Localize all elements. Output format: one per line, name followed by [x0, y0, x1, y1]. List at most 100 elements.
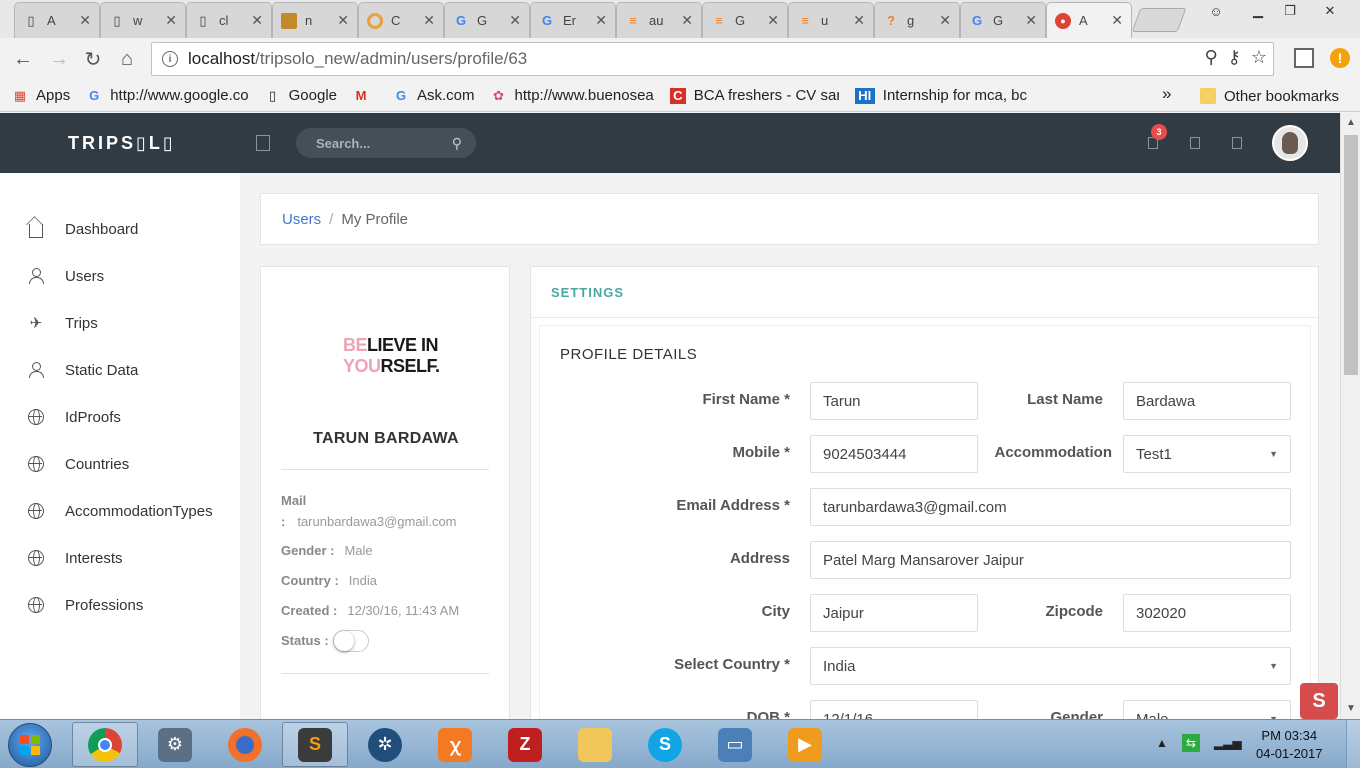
start-button[interactable]: [8, 723, 52, 767]
sidebar-item-users[interactable]: Users: [0, 256, 240, 296]
taskbar-filezilla[interactable]: Z: [492, 722, 558, 767]
bookmark-item[interactable]: HI Internship for mca, bc: [854, 87, 1027, 104]
taskbar-remote-desktop[interactable]: ▭: [702, 722, 768, 767]
bookmark-item[interactable]: M: [353, 88, 377, 104]
search-icon[interactable]: ⚲: [452, 135, 462, 152]
sidebar-item-idproofs[interactable]: IdProofs: [0, 397, 240, 437]
close-tab-icon[interactable]: ✕: [165, 12, 177, 29]
last-name-input[interactable]: [1123, 382, 1291, 420]
zoom-icon[interactable]: ⚲: [1204, 47, 1217, 68]
sync-icon[interactable]: ⇆: [1181, 734, 1200, 752]
sidebar-item-countries[interactable]: Countries: [0, 444, 240, 484]
taskbar-explorer[interactable]: [562, 722, 628, 767]
sidebar-item-trips[interactable]: ✈ Trips: [0, 303, 240, 343]
bookmark-item[interactable]: ✿ http://www.buenosea: [491, 87, 654, 104]
bookmark-item[interactable]: G Ask.com: [393, 87, 475, 104]
taskbar-xampp[interactable]: ꭓ: [422, 722, 488, 767]
bookmark-item[interactable]: ▯ Google: [265, 87, 337, 104]
restore-icon[interactable]: ❐: [1270, 0, 1310, 22]
avatar[interactable]: [1272, 125, 1308, 161]
close-tab-icon[interactable]: ✕: [1111, 12, 1123, 29]
close-tab-icon[interactable]: ✕: [337, 12, 349, 29]
close-tab-icon[interactable]: ✕: [79, 12, 91, 29]
reload-icon[interactable]: ↻: [80, 46, 106, 72]
taskbar-media-player[interactable]: ▶: [772, 722, 838, 767]
new-tab-button[interactable]: [1131, 8, 1187, 32]
close-tab-icon[interactable]: ✕: [767, 12, 779, 29]
browser-tab[interactable]: ≡ G ✕: [702, 2, 788, 38]
star-icon[interactable]: ☆: [1251, 47, 1267, 68]
browser-tab[interactable]: n ✕: [272, 2, 358, 38]
floating-action-icon[interactable]: S: [1300, 683, 1338, 719]
browser-tab[interactable]: G G ✕: [444, 2, 530, 38]
breadcrumb-users-link[interactable]: Users: [282, 211, 321, 228]
scroll-up-icon[interactable]: ▲: [1346, 117, 1356, 128]
sidebar-item-accommodation-types[interactable]: AccommodationTypes: [0, 491, 240, 531]
info-icon[interactable]: i: [162, 51, 178, 67]
taskbar-sublime-text[interactable]: S: [282, 722, 348, 767]
search-input[interactable]: [316, 135, 436, 151]
taskbar-chrome[interactable]: [72, 722, 138, 767]
menu-toggle-icon[interactable]: [256, 135, 270, 151]
browser-tab[interactable]: ▯ cl ✕: [186, 2, 272, 38]
key-icon[interactable]: ⚷: [1228, 47, 1241, 68]
browser-tab[interactable]: ? g ✕: [874, 2, 960, 38]
sidebar-item-dashboard[interactable]: Dashboard: [0, 209, 240, 249]
sidebar-item-professions[interactable]: Professions: [0, 585, 240, 625]
close-tab-icon[interactable]: ✕: [681, 12, 693, 29]
taskbar-firefox[interactable]: [212, 722, 278, 767]
taskbar-control-panel[interactable]: ⚙: [142, 722, 208, 767]
back-icon[interactable]: ←: [10, 46, 36, 72]
first-name-input[interactable]: [810, 382, 978, 420]
close-tab-icon[interactable]: ✕: [423, 12, 435, 29]
scrollbar-thumb[interactable]: [1344, 135, 1358, 375]
settings-icon[interactable]: [1232, 137, 1242, 149]
close-tab-icon[interactable]: ✕: [595, 12, 607, 29]
zipcode-input[interactable]: [1123, 594, 1291, 632]
page-scrollbar[interactable]: ▲ ▼: [1340, 113, 1360, 719]
close-tab-icon[interactable]: ✕: [509, 12, 521, 29]
address-bar[interactable]: i localhost/tripsolo_new/admin/users/pro…: [151, 42, 1274, 76]
tray-expand-icon[interactable]: ▲: [1156, 736, 1168, 750]
browser-tab[interactable]: C ✕: [358, 2, 444, 38]
close-tab-icon[interactable]: ✕: [251, 12, 263, 29]
email-input[interactable]: [810, 488, 1291, 526]
app-logo[interactable]: TRIPS▯L▯: [68, 133, 176, 154]
close-tab-icon[interactable]: ✕: [939, 12, 951, 29]
profile-icon[interactable]: ☺: [1196, 0, 1236, 22]
close-tab-icon[interactable]: ✕: [1025, 12, 1037, 29]
forward-icon[interactable]: →: [46, 46, 72, 72]
close-tab-icon[interactable]: ✕: [853, 12, 865, 29]
taskbar-skype[interactable]: S: [632, 722, 698, 767]
taskbar-sourcetree[interactable]: ✲: [352, 722, 418, 767]
taskbar-clock[interactable]: PM 03:34 04-01-2017: [1256, 727, 1323, 763]
bookmark-apps[interactable]: ▦ Apps: [12, 87, 70, 104]
scroll-down-icon[interactable]: ▼: [1346, 703, 1356, 714]
show-desktop-button[interactable]: [1346, 720, 1360, 768]
bookmark-item[interactable]: Ghttp://www.google.co: [86, 87, 248, 104]
warning-icon[interactable]: !: [1330, 48, 1350, 68]
browser-tab[interactable]: G G ✕: [960, 2, 1046, 38]
tab-settings[interactable]: SETTINGS: [551, 285, 624, 300]
address-input[interactable]: [810, 541, 1291, 579]
sidebar-item-interests[interactable]: Interests: [0, 538, 240, 578]
mobile-input[interactable]: [810, 435, 978, 473]
home-icon[interactable]: ⌂: [114, 46, 140, 72]
message-icon[interactable]: [1190, 137, 1200, 149]
close-window-icon[interactable]: ✕: [1310, 0, 1350, 22]
browser-tab-active[interactable]: ● A ✕: [1046, 2, 1132, 38]
browser-tab[interactable]: ≡ au ✕: [616, 2, 702, 38]
sidebar-item-static-data[interactable]: Static Data: [0, 350, 240, 390]
extension-icon[interactable]: [1294, 48, 1314, 68]
browser-tab[interactable]: G Er ✕: [530, 2, 616, 38]
browser-tab[interactable]: ≡ u ✕: [788, 2, 874, 38]
status-toggle[interactable]: [333, 630, 369, 652]
accommodation-select[interactable]: Test1 ▼: [1123, 435, 1291, 473]
browser-tab[interactable]: ▯ w ✕: [100, 2, 186, 38]
network-icon[interactable]: ▂▃▅: [1214, 736, 1242, 750]
bookmarks-overflow-button[interactable]: »: [1162, 84, 1171, 104]
browser-tab[interactable]: ▯ A ✕: [14, 2, 100, 38]
bookmark-item[interactable]: C BCA freshers - CV san: [669, 87, 839, 104]
city-input[interactable]: [810, 594, 978, 632]
country-select[interactable]: India ▼: [810, 647, 1291, 685]
